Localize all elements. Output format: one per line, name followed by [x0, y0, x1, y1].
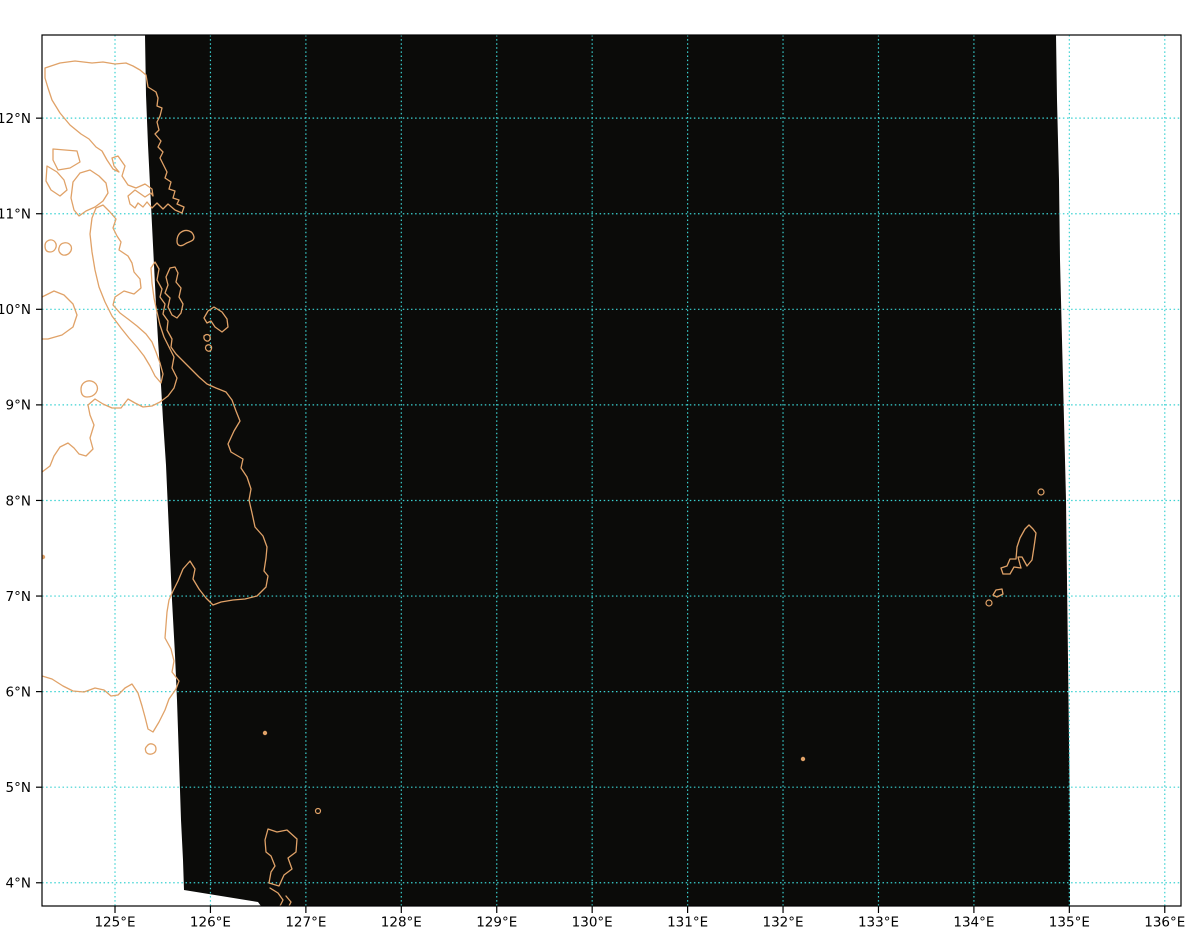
tick-label-lon-134: 134°E	[953, 915, 994, 929]
tick-label-lon-132: 132°E	[763, 915, 804, 929]
tick-label-lon-127: 127°E	[285, 915, 326, 929]
islet-dot-davao	[263, 731, 266, 734]
tick-label-lat-4: 4°N	[6, 876, 31, 892]
tick-label-lat-12: 12°N	[0, 111, 31, 127]
tick-label-lon-131: 131°E	[667, 915, 708, 929]
tick-label-lat-8: 8°N	[6, 493, 31, 509]
tick-label-lat-9: 9°N	[6, 398, 31, 414]
tick-label-lat-7: 7°N	[6, 589, 31, 605]
tick-label-lon-125: 125°E	[94, 915, 135, 929]
tick-label-lat-10: 10°N	[0, 302, 31, 318]
tick-label-lon-130: 130°E	[572, 915, 613, 929]
tick-label-lon-133: 133°E	[858, 915, 899, 929]
tick-label-lat-6: 6°N	[6, 684, 31, 700]
tick-label-lon-136: 136°E	[1144, 915, 1185, 929]
plot-area	[41, 35, 1181, 906]
satellite-swath	[145, 35, 1070, 906]
tick-label-lon-128: 128°E	[381, 915, 422, 929]
satellite-map-canvas: 125°E 126°E 127°E 128°E 129°E 130°E 131°E 132°E…	[0, 0, 1200, 929]
tick-label-lon-129: 129°E	[476, 915, 517, 929]
islet-dot-east	[801, 757, 804, 760]
tick-label-lon-126: 126°E	[190, 915, 231, 929]
tick-label-lat-5: 5°N	[6, 780, 31, 796]
tick-label-lon-135: 135°E	[1049, 915, 1090, 929]
tick-label-lat-11: 11°N	[0, 207, 31, 223]
